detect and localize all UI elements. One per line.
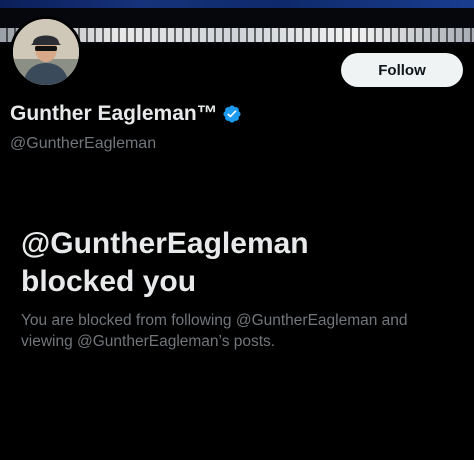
verified-badge-icon[interactable] <box>222 104 242 124</box>
blocked-message: You are blocked from following @GuntherE… <box>21 312 408 350</box>
blocked-heading: @GuntherEagleman blocked you <box>21 225 461 301</box>
avatar[interactable] <box>10 16 82 88</box>
blocked-heading-line2: blocked you <box>21 265 197 298</box>
blocked-heading-line1: @GuntherEagleman <box>21 227 309 260</box>
display-name: Gunther Eagleman™ <box>10 102 218 125</box>
banner-top-band <box>0 0 474 8</box>
avatar-image <box>13 19 79 85</box>
profile-handle: @GuntherEagleman <box>10 135 157 152</box>
follow-button[interactable]: Follow <box>341 53 463 87</box>
profile-name-row: Gunther Eagleman™ <box>10 102 242 126</box>
